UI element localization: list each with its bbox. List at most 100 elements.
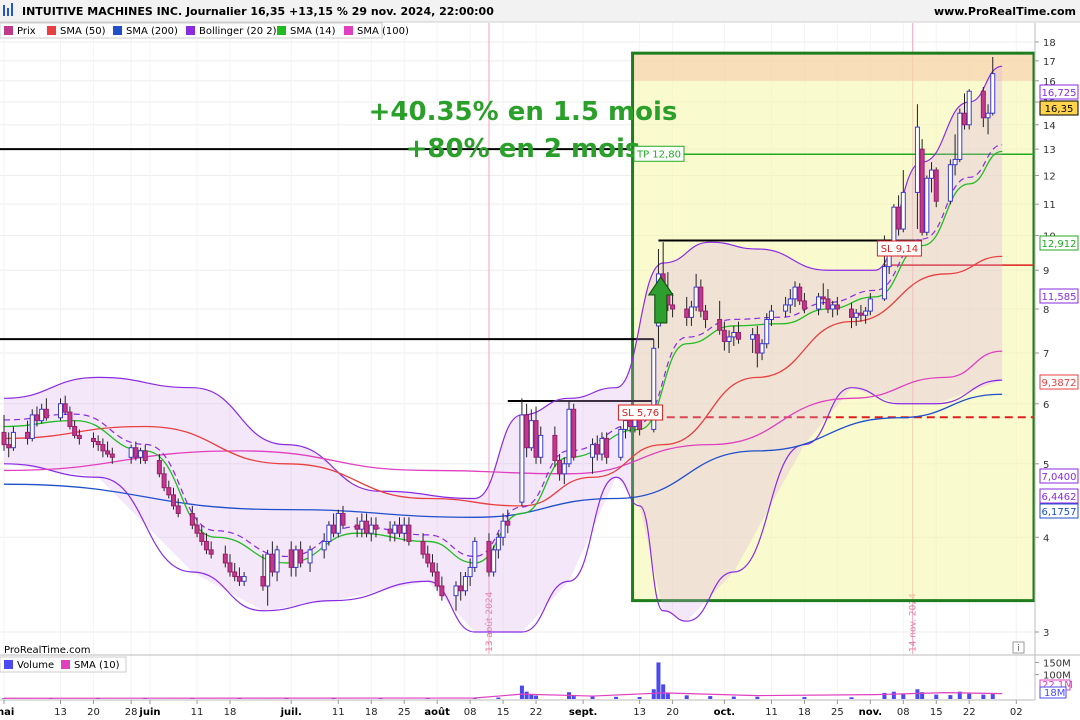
candle-body <box>434 571 440 587</box>
candle-body <box>43 408 49 419</box>
candle-body <box>754 334 760 354</box>
x-tick-label: 15 <box>497 707 510 718</box>
volume-bar <box>915 689 920 699</box>
performance-annotation-2: +80% en 2 mois <box>406 134 641 164</box>
legend-swatch <box>277 26 286 35</box>
x-tick-label: juin <box>138 707 160 718</box>
x-tick-label: 25 <box>831 707 844 718</box>
candle-body <box>72 425 78 436</box>
y-tick-label: 9 <box>1043 266 1049 277</box>
candle-body <box>881 266 887 300</box>
candle-body <box>472 540 478 568</box>
candle-body <box>340 512 346 526</box>
volume-bar <box>981 694 986 699</box>
candle-body <box>359 520 365 530</box>
tp-label: TP 12,80 <box>636 149 681 160</box>
candle-body <box>957 112 963 160</box>
y-tick-label: 17 <box>1043 57 1056 68</box>
sl2-label: SL 9,14 <box>881 244 918 255</box>
candle-body <box>599 437 605 455</box>
candle-body <box>717 318 723 331</box>
candle-body <box>203 540 209 551</box>
candle-body <box>495 536 501 551</box>
x-tick-label: oct. <box>714 707 735 718</box>
x-tick-label: 11 <box>765 707 778 718</box>
volume-bar <box>590 696 595 699</box>
candle-body <box>166 487 172 496</box>
y-tick-label: 4 <box>1043 533 1049 544</box>
candle-body <box>792 286 798 300</box>
x-tick-label: sept. <box>569 707 597 718</box>
candle-body <box>985 112 991 119</box>
candle-body <box>458 585 464 592</box>
candle-body <box>486 540 492 573</box>
candle-body <box>156 460 162 475</box>
candle-body <box>759 343 765 354</box>
x-tick-label: 13 <box>633 707 646 718</box>
volume-panel <box>2 662 1003 699</box>
candle-body <box>783 304 789 312</box>
y-tick-label: 6 <box>1043 400 1049 411</box>
candle-body <box>552 434 558 462</box>
candle-body <box>693 286 699 308</box>
candle-body <box>175 505 181 514</box>
target-band <box>632 53 1034 81</box>
x-tick-label: nov. <box>859 707 883 718</box>
candle-body <box>133 447 139 458</box>
candle-body <box>966 90 972 126</box>
candle-body <box>208 549 214 555</box>
volume-bar <box>614 696 619 699</box>
candle-body <box>227 562 233 573</box>
candle-body <box>919 148 925 233</box>
candle-body <box>867 298 873 312</box>
candle-body <box>990 73 996 114</box>
x-tick-label: 22 <box>963 707 976 718</box>
volume-bar <box>755 696 760 699</box>
candle-body <box>95 441 101 446</box>
candle-body <box>194 524 200 534</box>
volume-bar <box>496 697 501 699</box>
price-badge-label: 16,725 <box>1042 88 1077 99</box>
candle-body <box>189 512 195 526</box>
candle-body <box>326 524 332 542</box>
volume-legend-label: Volume <box>17 660 54 671</box>
candle-body <box>519 414 525 503</box>
volume-tick-label: 150M <box>1043 658 1071 669</box>
price-badge-label: 7,0400 <box>1042 472 1077 483</box>
candle-body <box>439 585 445 597</box>
x-tick-label: août <box>424 706 450 718</box>
candle-body <box>401 524 407 534</box>
candle-body <box>924 177 930 233</box>
svg-text:i: i <box>1017 644 1020 654</box>
candle-body <box>914 126 920 193</box>
candle-body <box>533 420 539 458</box>
candle-body <box>768 310 774 320</box>
candle-body <box>397 524 402 534</box>
price-panel: 13 août 2024 14 nov. 2024 +40.35% en 1.5 … <box>0 23 1036 700</box>
info-icon[interactable]: i <box>1012 641 1025 654</box>
candle-body <box>670 304 676 310</box>
candle-body <box>373 524 379 530</box>
candle-body <box>354 524 360 530</box>
candle-body <box>703 310 709 320</box>
volume-bar <box>708 696 713 699</box>
volume-bar <box>529 694 534 699</box>
volume-bar <box>571 696 576 699</box>
candle-body <box>142 450 148 462</box>
volume-bar <box>651 689 656 699</box>
candle-body <box>293 549 299 568</box>
price-chart[interactable]: INTUITIVE MACHINES INC. Journalier 16,35… <box>0 0 1080 720</box>
candle-body <box>627 420 633 427</box>
sl1-label: SL 5,76 <box>622 408 659 419</box>
legend-label: SMA (100) <box>357 26 409 37</box>
x-tick-label: mai <box>0 707 14 718</box>
volume-bar <box>524 691 529 699</box>
x-tick-label: 18 <box>798 707 811 718</box>
volume-bar <box>519 685 524 699</box>
price-badge-label: 9,3872 <box>1042 378 1077 389</box>
x-tick-label: 18 <box>224 707 237 718</box>
candle-body <box>392 524 398 534</box>
y-tick-label: 7 <box>1043 349 1049 360</box>
candle-body <box>834 304 840 310</box>
candle-body <box>980 90 986 119</box>
